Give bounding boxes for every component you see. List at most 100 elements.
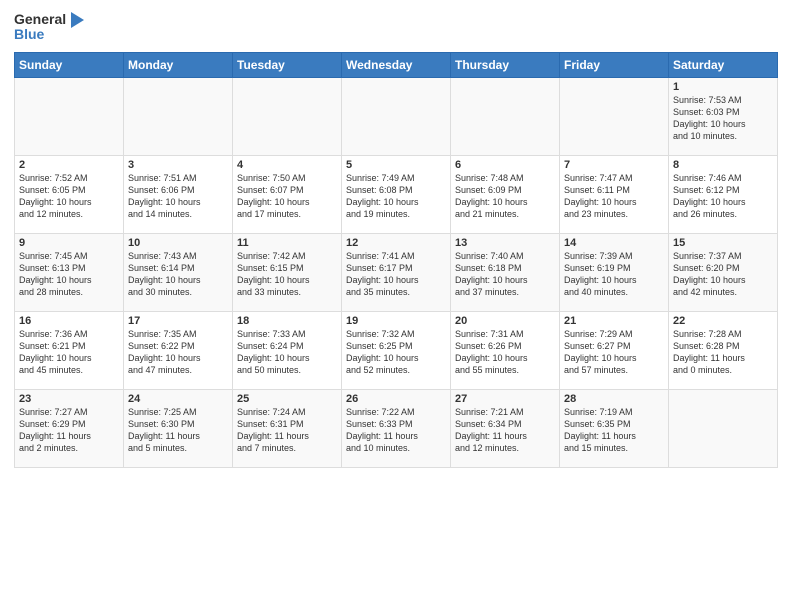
week-row-4: 16Sunrise: 7:36 AM Sunset: 6:21 PM Dayli…	[15, 312, 778, 390]
day-info: Sunrise: 7:19 AM Sunset: 6:35 PM Dayligh…	[564, 406, 664, 455]
weekday-header-friday: Friday	[560, 53, 669, 78]
day-number: 11	[237, 237, 337, 249]
week-row-3: 9Sunrise: 7:45 AM Sunset: 6:13 PM Daylig…	[15, 234, 778, 312]
weekday-header-sunday: Sunday	[15, 53, 124, 78]
day-cell: 15Sunrise: 7:37 AM Sunset: 6:20 PM Dayli…	[669, 234, 778, 312]
day-info: Sunrise: 7:40 AM Sunset: 6:18 PM Dayligh…	[455, 250, 555, 299]
day-number: 19	[346, 315, 446, 327]
day-cell	[342, 78, 451, 156]
day-info: Sunrise: 7:25 AM Sunset: 6:30 PM Dayligh…	[128, 406, 228, 455]
day-cell	[669, 390, 778, 468]
weekday-header-wednesday: Wednesday	[342, 53, 451, 78]
day-cell: 5Sunrise: 7:49 AM Sunset: 6:08 PM Daylig…	[342, 156, 451, 234]
day-cell: 13Sunrise: 7:40 AM Sunset: 6:18 PM Dayli…	[451, 234, 560, 312]
day-cell: 20Sunrise: 7:31 AM Sunset: 6:26 PM Dayli…	[451, 312, 560, 390]
day-number: 15	[673, 237, 773, 249]
day-cell: 2Sunrise: 7:52 AM Sunset: 6:05 PM Daylig…	[15, 156, 124, 234]
day-cell: 21Sunrise: 7:29 AM Sunset: 6:27 PM Dayli…	[560, 312, 669, 390]
day-cell: 14Sunrise: 7:39 AM Sunset: 6:19 PM Dayli…	[560, 234, 669, 312]
day-number: 20	[455, 315, 555, 327]
day-number: 24	[128, 393, 228, 405]
day-cell: 25Sunrise: 7:24 AM Sunset: 6:31 PM Dayli…	[233, 390, 342, 468]
day-cell: 16Sunrise: 7:36 AM Sunset: 6:21 PM Dayli…	[15, 312, 124, 390]
day-info: Sunrise: 7:49 AM Sunset: 6:08 PM Dayligh…	[346, 172, 446, 221]
day-cell: 23Sunrise: 7:27 AM Sunset: 6:29 PM Dayli…	[15, 390, 124, 468]
weekday-header-row: SundayMondayTuesdayWednesdayThursdayFrid…	[15, 53, 778, 78]
day-number: 21	[564, 315, 664, 327]
day-cell: 3Sunrise: 7:51 AM Sunset: 6:06 PM Daylig…	[124, 156, 233, 234]
day-cell	[560, 78, 669, 156]
day-info: Sunrise: 7:42 AM Sunset: 6:15 PM Dayligh…	[237, 250, 337, 299]
day-info: Sunrise: 7:45 AM Sunset: 6:13 PM Dayligh…	[19, 250, 119, 299]
day-number: 6	[455, 159, 555, 171]
day-info: Sunrise: 7:35 AM Sunset: 6:22 PM Dayligh…	[128, 328, 228, 377]
day-info: Sunrise: 7:36 AM Sunset: 6:21 PM Dayligh…	[19, 328, 119, 377]
day-number: 14	[564, 237, 664, 249]
svg-text:Blue: Blue	[14, 26, 45, 42]
day-info: Sunrise: 7:37 AM Sunset: 6:20 PM Dayligh…	[673, 250, 773, 299]
day-info: Sunrise: 7:51 AM Sunset: 6:06 PM Dayligh…	[128, 172, 228, 221]
day-info: Sunrise: 7:29 AM Sunset: 6:27 PM Dayligh…	[564, 328, 664, 377]
day-info: Sunrise: 7:22 AM Sunset: 6:33 PM Dayligh…	[346, 406, 446, 455]
day-number: 8	[673, 159, 773, 171]
day-cell: 26Sunrise: 7:22 AM Sunset: 6:33 PM Dayli…	[342, 390, 451, 468]
day-cell: 11Sunrise: 7:42 AM Sunset: 6:15 PM Dayli…	[233, 234, 342, 312]
weekday-header-saturday: Saturday	[669, 53, 778, 78]
day-number: 16	[19, 315, 119, 327]
day-cell: 10Sunrise: 7:43 AM Sunset: 6:14 PM Dayli…	[124, 234, 233, 312]
day-info: Sunrise: 7:50 AM Sunset: 6:07 PM Dayligh…	[237, 172, 337, 221]
day-cell: 4Sunrise: 7:50 AM Sunset: 6:07 PM Daylig…	[233, 156, 342, 234]
weekday-header-tuesday: Tuesday	[233, 53, 342, 78]
day-number: 12	[346, 237, 446, 249]
day-number: 10	[128, 237, 228, 249]
day-number: 25	[237, 393, 337, 405]
day-info: Sunrise: 7:28 AM Sunset: 6:28 PM Dayligh…	[673, 328, 773, 377]
day-cell: 9Sunrise: 7:45 AM Sunset: 6:13 PM Daylig…	[15, 234, 124, 312]
day-cell: 12Sunrise: 7:41 AM Sunset: 6:17 PM Dayli…	[342, 234, 451, 312]
day-number: 7	[564, 159, 664, 171]
day-cell: 27Sunrise: 7:21 AM Sunset: 6:34 PM Dayli…	[451, 390, 560, 468]
day-info: Sunrise: 7:47 AM Sunset: 6:11 PM Dayligh…	[564, 172, 664, 221]
weekday-header-monday: Monday	[124, 53, 233, 78]
day-number: 13	[455, 237, 555, 249]
day-cell: 17Sunrise: 7:35 AM Sunset: 6:22 PM Dayli…	[124, 312, 233, 390]
day-cell: 19Sunrise: 7:32 AM Sunset: 6:25 PM Dayli…	[342, 312, 451, 390]
day-number: 4	[237, 159, 337, 171]
day-info: Sunrise: 7:52 AM Sunset: 6:05 PM Dayligh…	[19, 172, 119, 221]
day-number: 18	[237, 315, 337, 327]
weekday-header-thursday: Thursday	[451, 53, 560, 78]
calendar-table: SundayMondayTuesdayWednesdayThursdayFrid…	[14, 52, 778, 468]
day-number: 28	[564, 393, 664, 405]
day-number: 27	[455, 393, 555, 405]
day-cell: 24Sunrise: 7:25 AM Sunset: 6:30 PM Dayli…	[124, 390, 233, 468]
day-number: 23	[19, 393, 119, 405]
day-cell: 6Sunrise: 7:48 AM Sunset: 6:09 PM Daylig…	[451, 156, 560, 234]
week-row-1: 1Sunrise: 7:53 AM Sunset: 6:03 PM Daylig…	[15, 78, 778, 156]
day-cell: 22Sunrise: 7:28 AM Sunset: 6:28 PM Dayli…	[669, 312, 778, 390]
day-cell	[233, 78, 342, 156]
day-cell: 18Sunrise: 7:33 AM Sunset: 6:24 PM Dayli…	[233, 312, 342, 390]
day-number: 2	[19, 159, 119, 171]
day-info: Sunrise: 7:31 AM Sunset: 6:26 PM Dayligh…	[455, 328, 555, 377]
logo-svg: GeneralBlue	[14, 10, 84, 44]
day-number: 17	[128, 315, 228, 327]
day-cell: 8Sunrise: 7:46 AM Sunset: 6:12 PM Daylig…	[669, 156, 778, 234]
svg-text:General: General	[14, 11, 66, 27]
day-info: Sunrise: 7:21 AM Sunset: 6:34 PM Dayligh…	[455, 406, 555, 455]
day-info: Sunrise: 7:32 AM Sunset: 6:25 PM Dayligh…	[346, 328, 446, 377]
logo: GeneralBlue	[14, 10, 84, 44]
header: GeneralBlue	[14, 10, 778, 44]
day-info: Sunrise: 7:46 AM Sunset: 6:12 PM Dayligh…	[673, 172, 773, 221]
day-number: 22	[673, 315, 773, 327]
day-info: Sunrise: 7:41 AM Sunset: 6:17 PM Dayligh…	[346, 250, 446, 299]
day-cell: 28Sunrise: 7:19 AM Sunset: 6:35 PM Dayli…	[560, 390, 669, 468]
day-info: Sunrise: 7:43 AM Sunset: 6:14 PM Dayligh…	[128, 250, 228, 299]
day-number: 9	[19, 237, 119, 249]
day-cell	[124, 78, 233, 156]
day-info: Sunrise: 7:33 AM Sunset: 6:24 PM Dayligh…	[237, 328, 337, 377]
day-cell: 7Sunrise: 7:47 AM Sunset: 6:11 PM Daylig…	[560, 156, 669, 234]
day-info: Sunrise: 7:39 AM Sunset: 6:19 PM Dayligh…	[564, 250, 664, 299]
day-number: 5	[346, 159, 446, 171]
day-cell	[451, 78, 560, 156]
day-info: Sunrise: 7:53 AM Sunset: 6:03 PM Dayligh…	[673, 94, 773, 143]
